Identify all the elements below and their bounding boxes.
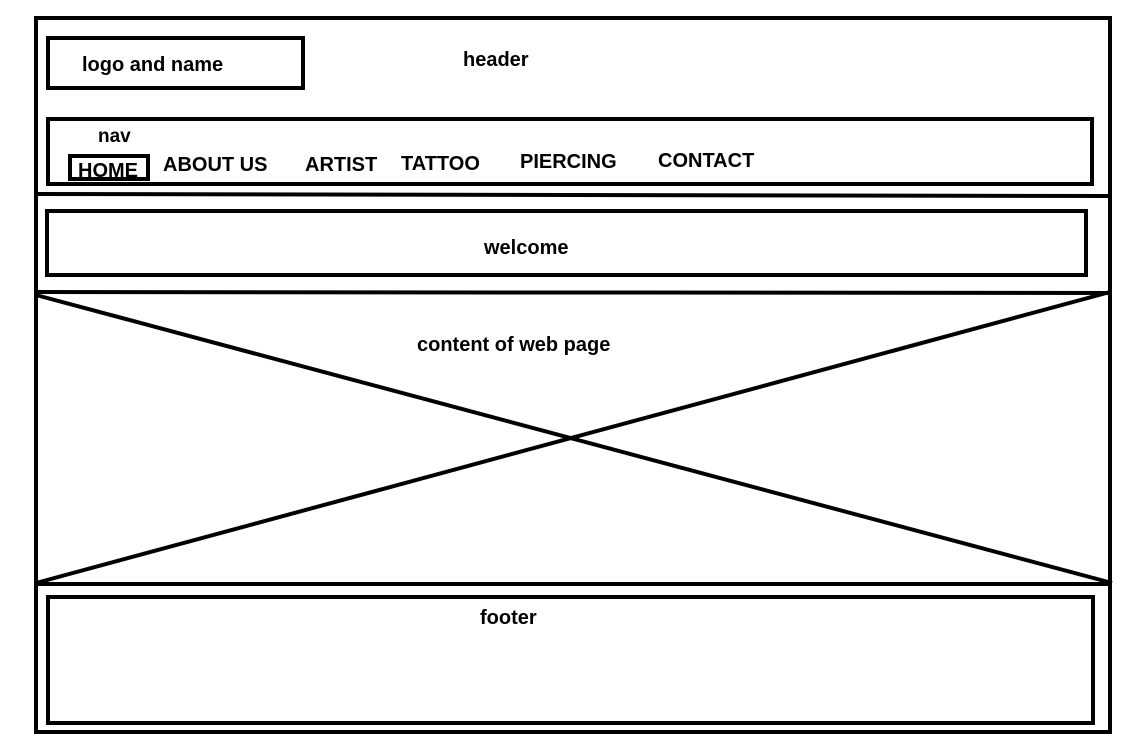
nav-item-artist[interactable]: ARTIST <box>305 155 377 175</box>
welcome-box: welcome <box>45 209 1088 277</box>
nav-item-piercing[interactable]: PIERCING <box>520 152 617 172</box>
nav-item-tattoo[interactable]: TATTOO <box>401 154 480 174</box>
nav-item-contact[interactable]: CONTACT <box>658 151 754 171</box>
nav-item-home-label: HOME <box>78 160 138 182</box>
footer-label: footer <box>480 607 537 629</box>
header-label: header <box>463 49 529 71</box>
nav-item-about-us[interactable]: ABOUT US <box>163 155 267 175</box>
logo-label: logo and name <box>82 54 224 76</box>
footer-box: footer <box>46 595 1095 725</box>
logo-box[interactable]: logo and name <box>46 36 305 90</box>
nav-item-home[interactable]: HOME <box>68 154 150 181</box>
content-label: content of web page <box>417 334 611 356</box>
nav-label: nav <box>98 126 131 147</box>
welcome-label: welcome <box>484 237 569 259</box>
